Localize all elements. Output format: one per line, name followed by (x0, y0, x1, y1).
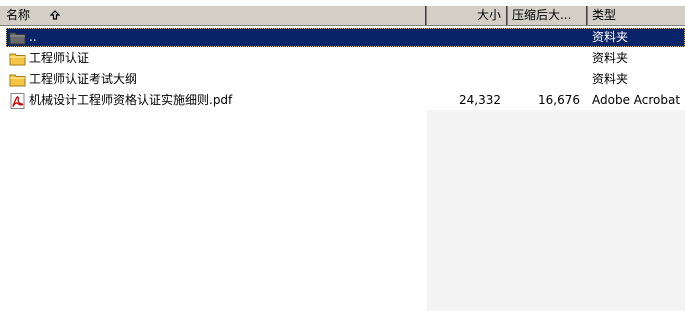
file-name: .. (29, 30, 37, 44)
file-row[interactable]: .. 资料夹 (0, 28, 685, 47)
file-row[interactable]: 工程师认证 资料夹 (0, 49, 685, 68)
column-header-type-label: 类型 (592, 8, 617, 22)
sort-ascending-icon (50, 10, 60, 20)
file-type: 资料夹 (592, 51, 629, 65)
folder-up-icon (9, 30, 27, 46)
folder-icon (9, 72, 27, 88)
file-name: 工程师认证考试大纲 (29, 72, 138, 86)
file-size: 24,332 (459, 93, 501, 107)
column-header-type[interactable]: 类型 (588, 6, 685, 25)
file-packed-size: 16,676 (538, 93, 580, 107)
file-size (427, 70, 501, 89)
file-packed-size (508, 28, 580, 47)
column-header-name-label: 名称 (6, 8, 31, 22)
column-header-packed-size[interactable]: 压缩后大... (508, 6, 588, 25)
column-header-size-label: 大小 (476, 8, 501, 22)
file-packed-size (508, 49, 580, 68)
pdf-icon (9, 93, 27, 109)
file-packed-size (508, 70, 580, 89)
column-header-bar: 名称 大小 压缩后大... 类型 (0, 5, 685, 26)
file-size (427, 28, 501, 47)
column-header-size[interactable]: 大小 (427, 6, 508, 25)
file-row[interactable]: 工程师认证考试大纲 资料夹 (0, 70, 685, 89)
file-type: Adobe Acrobat (592, 93, 681, 107)
file-row[interactable]: 机械设计工程师资格认证实施细则.pdf 24,332 16,676 Adobe Acr… (0, 91, 685, 110)
file-type: 资料夹 (592, 30, 629, 44)
file-size (427, 49, 501, 68)
folder-icon (9, 51, 27, 67)
file-name: 工程师认证 (29, 51, 90, 65)
file-name: 机械设计工程师资格认证实施细则.pdf (29, 93, 233, 107)
column-header-packed-label: 压缩后大... (512, 8, 572, 22)
file-list-view: 名称 大小 压缩后大... 类型 .. 资料夹 工程师认证 资料夹 工程师认证考试大纲资… (0, 0, 685, 311)
list-empty-area (427, 110, 685, 311)
column-header-name[interactable]: 名称 (0, 6, 427, 25)
file-type: 资料夹 (592, 72, 629, 86)
